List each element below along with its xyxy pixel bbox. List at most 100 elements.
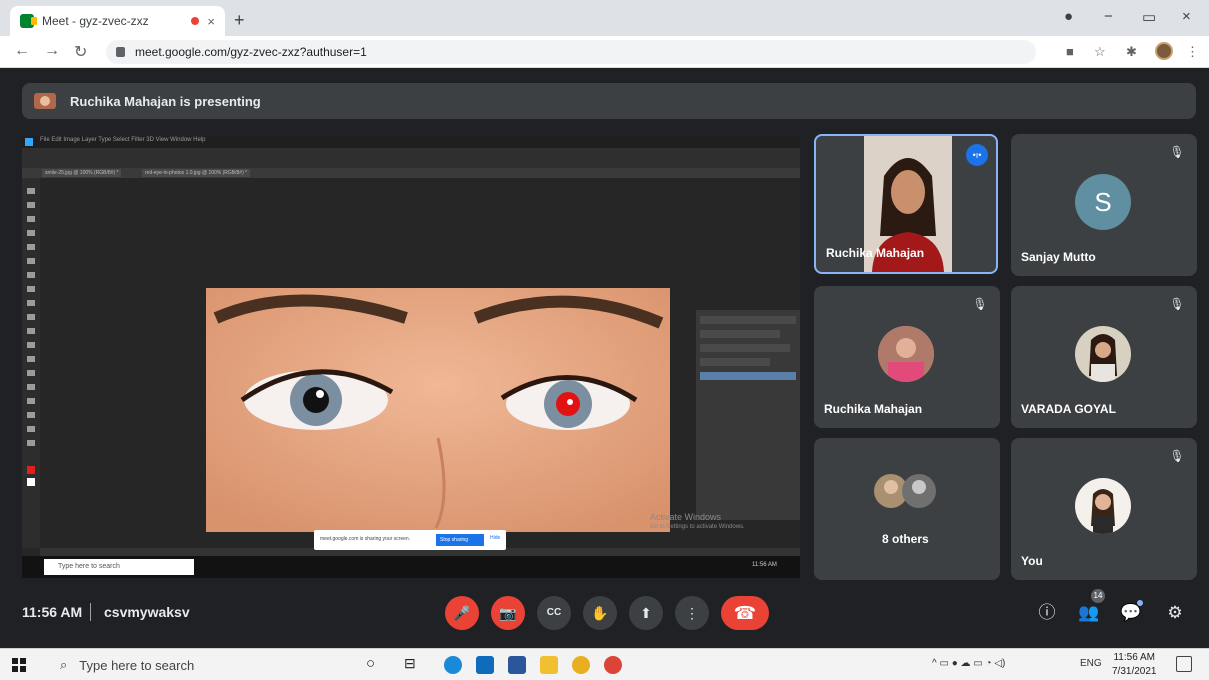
presenter-avatar-icon	[34, 93, 56, 109]
meeting-code: csvmywaksv	[104, 604, 190, 620]
participant-tile-you[interactable]: 🎙 You	[1011, 438, 1197, 580]
speaking-indicator-icon: •ı•	[966, 144, 988, 166]
browser-tab[interactable]: Meet - gyz-zvec-zxz ×	[10, 6, 225, 36]
raise-hand-button[interactable]: ✋	[583, 596, 617, 630]
notification-center-icon[interactable]	[1176, 656, 1192, 672]
edge-browser-icon[interactable]	[444, 656, 462, 674]
avatar	[902, 474, 936, 508]
divider	[90, 603, 91, 621]
chat-notification-dot	[1137, 600, 1143, 606]
participant-tile-presenter[interactable]: •ı• Ruchika Mahajan	[814, 134, 998, 274]
close-window-button[interactable]: ×	[1182, 8, 1191, 25]
participant-count-badge: 14	[1091, 589, 1105, 603]
chrome-profile-dot-icon[interactable]: ●	[1064, 8, 1073, 25]
people-button[interactable]: 👥	[1076, 600, 1102, 626]
address-bar-row: ← → ↻ meet.google.com/gyz-zvec-zxz?authu…	[0, 36, 1209, 68]
lock-icon	[116, 47, 125, 57]
participant-name: 8 others	[882, 532, 929, 546]
participant-tile-varada[interactable]: 🎙 VARADA GOYAL	[1011, 286, 1197, 428]
photoshop-menu-text: File Edit Image Layer Type Select Filter…	[40, 137, 206, 143]
search-icon: ⌕	[60, 657, 68, 672]
participant-name: VARADA GOYAL	[1021, 402, 1116, 416]
mail-icon[interactable]	[476, 656, 494, 674]
photoshop-toolbar	[22, 178, 40, 548]
meet-favicon-icon	[20, 14, 37, 28]
presenting-text: Ruchika Mahajan is presenting	[70, 93, 261, 109]
participant-tile-sanjay[interactable]: 🎙 S Sanjay Mutto	[1011, 134, 1197, 276]
chrome-menu-icon[interactable]: ⋮	[1186, 44, 1199, 60]
activate-windows-watermark: Activate Windows Go to Settings to activ…	[650, 512, 745, 530]
back-arrow-icon[interactable]: ←	[14, 42, 30, 60]
taskbar-search-box[interactable]: ⌕ Type here to search	[48, 653, 348, 677]
tab-close-button[interactable]: ×	[207, 14, 215, 29]
avatar	[1075, 326, 1131, 382]
hide-button: Hide	[490, 535, 501, 541]
camera-off-button[interactable]: 📷	[491, 596, 525, 630]
captions-button[interactable]: CC	[537, 596, 571, 630]
bookmark-star-icon[interactable]: ☆	[1094, 44, 1106, 60]
stop-sharing-button: Stop sharing	[436, 534, 484, 546]
reload-icon[interactable]: ↻	[74, 42, 87, 62]
meeting-time: 11:56 AM	[22, 604, 83, 620]
shared-screen: File Edit Image Layer Type Select Filter…	[22, 136, 800, 578]
chrome-app-icon[interactable]	[604, 656, 622, 674]
muted-mic-icon: 🎙	[1169, 145, 1185, 159]
task-view-icon[interactable]: ⊟	[404, 655, 416, 672]
muted-mic-icon: 🎙	[972, 297, 988, 311]
muted-mic-icon: 🎙	[1169, 449, 1185, 463]
profile-avatar[interactable]	[1155, 42, 1173, 60]
recording-dot-icon	[191, 17, 200, 25]
minimize-button[interactable]: −	[1104, 8, 1113, 25]
windows-start-icon[interactable]	[12, 658, 26, 672]
leave-call-button[interactable]: ☎	[721, 596, 769, 630]
shared-taskbar-search: Type here to search	[44, 559, 194, 575]
photoshop-logo-icon	[25, 138, 33, 146]
photoshop-options-bar	[22, 148, 800, 168]
cortana-icon[interactable]: ○	[366, 655, 375, 672]
url-text: meet.google.com/gyz-zvec-zxz?authuser=1	[135, 45, 367, 59]
participant-tile-others[interactable]: 8 others	[814, 438, 1000, 580]
participant-name: Ruchika Mahajan	[824, 402, 923, 416]
new-tab-button[interactable]: +	[234, 10, 245, 31]
photoshop-canvas-area	[40, 178, 800, 548]
share-notice-text: meet.google.com is sharing your screen.	[320, 536, 411, 542]
eyes-photo	[206, 288, 670, 532]
extensions-puzzle-icon[interactable]: ✱	[1126, 44, 1137, 60]
shared-taskbar: Type here to search 11:56 AM	[22, 556, 800, 578]
photoshop-doc-tab: red-eye-in-photos 1.0.jpg @ 100% (RGB/8#…	[142, 169, 251, 177]
participant-name: Sanjay Mutto	[1021, 250, 1096, 264]
chrome-icon[interactable]	[572, 656, 590, 674]
presenting-banner: Ruchika Mahajan is presenting	[22, 83, 1196, 119]
camera-in-use-icon[interactable]: ■	[1066, 44, 1074, 59]
tray-icons[interactable]: ^ ▭ ● ☁ ▭ ◔ ◁)	[932, 658, 1005, 669]
participant-name: You	[1021, 554, 1043, 568]
windows-taskbar: ⌕ Type here to search ○ ⊟ ^ ▭ ● ☁ ▭ ◔ ◁)…	[0, 648, 1209, 680]
photoshop-doc-tabs: smile-25.jpg @ 100% (RGB/8#) * red-eye-i…	[22, 168, 800, 178]
url-input[interactable]: meet.google.com/gyz-zvec-zxz?authuser=1	[106, 40, 1036, 64]
photoshop-layers-panel	[696, 310, 800, 520]
word-icon[interactable]	[508, 656, 526, 674]
file-explorer-icon[interactable]	[540, 656, 558, 674]
system-clock[interactable]: 11:56 AM 7/31/2021	[1112, 651, 1157, 679]
participant-name: Ruchika Mahajan	[826, 246, 925, 260]
taskbar-search-placeholder: Type here to search	[79, 657, 195, 673]
present-now-button[interactable]: ⬆	[629, 596, 663, 630]
microphone-off-button[interactable]: 🎤	[445, 596, 479, 630]
activities-button[interactable]: ⚙	[1162, 600, 1188, 626]
maximize-button[interactable]: ▭	[1142, 8, 1156, 26]
photoshop-menubar: File Edit Image Layer Type Select Filter…	[22, 136, 800, 148]
shared-taskbar-time: 11:56 AM	[752, 562, 777, 568]
more-options-button[interactable]: ⋮	[675, 596, 709, 630]
participant-tile-ruchika[interactable]: 🎙 Ruchika Mahajan	[814, 286, 1000, 428]
language-indicator[interactable]: ENG	[1080, 658, 1102, 669]
forward-arrow-icon[interactable]: →	[44, 42, 60, 60]
avatar: S	[1075, 174, 1131, 230]
avatar	[878, 326, 934, 382]
avatar	[1075, 478, 1131, 534]
screen-share-notice: meet.google.com is sharing your screen. …	[314, 530, 506, 550]
muted-mic-icon: 🎙	[1169, 297, 1185, 311]
meeting-details-button[interactable]: ⓘ	[1034, 600, 1060, 626]
photoshop-doc-tab: smile-25.jpg @ 100% (RGB/8#) *	[42, 169, 122, 177]
browser-tab-strip: Meet - gyz-zvec-zxz × + ● − ▭ ×	[0, 0, 1209, 36]
tab-title: Meet - gyz-zvec-zxz	[42, 14, 149, 28]
